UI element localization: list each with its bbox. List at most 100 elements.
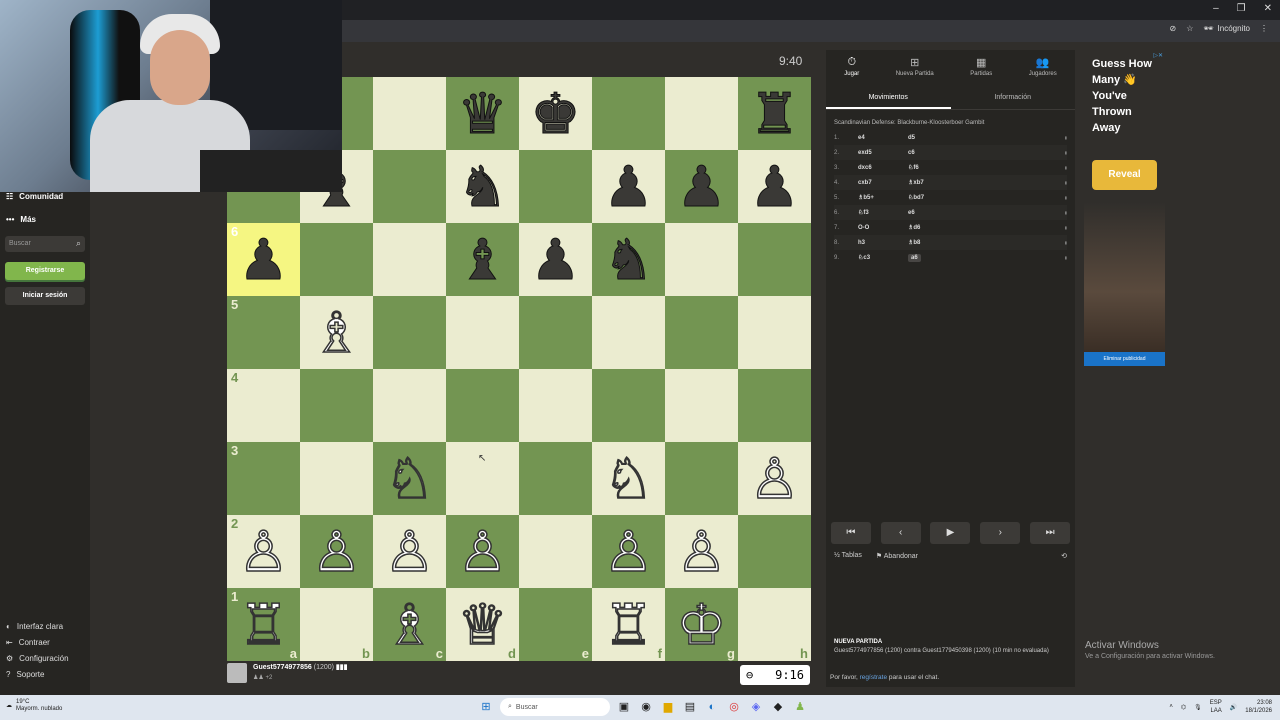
weather-widget[interactable]: ☁ 19°C Mayorm. nublado xyxy=(6,699,62,713)
black-piece[interactable]: ♟ xyxy=(530,231,581,288)
white-move[interactable]: h3 xyxy=(858,240,908,246)
square-g7[interactable]: ♟ xyxy=(665,150,738,223)
eye-off-icon[interactable]: ⊘ xyxy=(1170,24,1177,33)
square-d5[interactable] xyxy=(446,296,519,369)
square-h5[interactable] xyxy=(738,296,811,369)
square-a1[interactable]: 1 a ♖ xyxy=(227,588,300,661)
square-e1[interactable]: e xyxy=(519,588,592,661)
volume-icon[interactable]: 🔊 xyxy=(1230,704,1237,711)
black-piece[interactable]: ♜ xyxy=(749,85,800,142)
square-f7[interactable]: ♟ xyxy=(592,150,665,223)
white-move[interactable]: e4 xyxy=(858,135,908,141)
system-clock[interactable]: 23:08 18/1/2026 xyxy=(1245,699,1272,715)
avatar[interactable] xyxy=(227,663,247,683)
discord-icon[interactable]: ◈ xyxy=(748,699,764,715)
square-e5[interactable] xyxy=(519,296,592,369)
close-icon[interactable]: ✕ xyxy=(1264,3,1272,14)
square-c5[interactable] xyxy=(373,296,446,369)
square-c8[interactable] xyxy=(373,77,446,150)
square-a6[interactable]: 6 ♟ xyxy=(227,223,300,296)
white-move[interactable]: ♗b5+ xyxy=(858,194,908,201)
square-g2[interactable]: ♙ xyxy=(665,515,738,588)
square-h2[interactable] xyxy=(738,515,811,588)
black-piece[interactable]: ♞ xyxy=(603,231,654,288)
black-piece[interactable]: ♟ xyxy=(749,158,800,215)
next-move-button[interactable]: › xyxy=(980,522,1021,544)
black-move[interactable]: ♗b8 xyxy=(908,239,1008,246)
white-piece[interactable]: ♔ xyxy=(676,595,728,653)
square-e3[interactable] xyxy=(519,442,592,515)
sidebar-item-collapse[interactable]: ⇤ Contraer xyxy=(6,638,50,647)
black-move[interactable]: c6 xyxy=(908,150,1008,156)
tab-games[interactable]: ▦ Partidas xyxy=(970,56,992,80)
opening-name[interactable]: Scandinavian Defense: Blackburne-Klooste… xyxy=(826,110,1075,130)
square-g5[interactable] xyxy=(665,296,738,369)
sidebar-item-settings[interactable]: ⚙ Configuración xyxy=(6,654,69,663)
square-g1[interactable]: g ♔ xyxy=(665,588,738,661)
chevron-up-icon[interactable]: ˄ xyxy=(1169,704,1173,710)
black-piece[interactable]: ♛ xyxy=(457,85,508,142)
black-move[interactable]: ♗xb7 xyxy=(908,179,1008,186)
tab-moves[interactable]: Movimientos xyxy=(826,88,951,109)
white-move[interactable]: cxb7 xyxy=(858,180,908,186)
square-a3[interactable]: 3 xyxy=(227,442,300,515)
black-piece[interactable]: ♞ xyxy=(457,158,508,215)
ad-choices-icon[interactable]: ▷✕ xyxy=(1153,52,1163,59)
square-c4[interactable] xyxy=(373,369,446,442)
flip-board-icon[interactable]: ⟲ xyxy=(1061,552,1067,560)
square-b3[interactable] xyxy=(300,442,373,515)
square-a5[interactable]: 5 xyxy=(227,296,300,369)
square-c2[interactable]: ♙ xyxy=(373,515,446,588)
app-icon[interactable]: ◆ xyxy=(770,699,786,715)
square-h6[interactable] xyxy=(738,223,811,296)
square-f3[interactable]: ♘ xyxy=(592,442,665,515)
white-move[interactable]: O-O xyxy=(858,225,908,231)
square-g8[interactable] xyxy=(665,77,738,150)
square-f2[interactable]: ♙ xyxy=(592,515,665,588)
star-icon[interactable]: ☆ xyxy=(1186,24,1193,33)
white-piece[interactable]: ♙ xyxy=(676,522,728,580)
black-move[interactable]: a6 xyxy=(908,253,1008,262)
white-piece[interactable]: ♘ xyxy=(603,449,655,507)
tab-players[interactable]: 👥 Jugadores xyxy=(1029,56,1057,80)
black-piece[interactable]: ♝ xyxy=(457,231,508,288)
square-d4[interactable] xyxy=(446,369,519,442)
square-c3[interactable]: ♘ xyxy=(373,442,446,515)
square-d1[interactable]: d ♕ xyxy=(446,588,519,661)
white-piece[interactable]: ♗ xyxy=(311,303,363,361)
reveal-button[interactable]: Reveal xyxy=(1092,160,1157,190)
black-move[interactable]: e6 xyxy=(908,210,1008,216)
white-piece[interactable]: ♙ xyxy=(749,449,801,507)
square-e7[interactable] xyxy=(519,150,592,223)
resign-button[interactable]: ⚑ Abandonar xyxy=(876,552,918,560)
white-piece[interactable]: ♙ xyxy=(238,522,290,580)
taskbar-search[interactable]: ⌕ Buscar xyxy=(500,698,610,716)
square-e2[interactable] xyxy=(519,515,592,588)
square-h7[interactable]: ♟ xyxy=(738,150,811,223)
mic-icon[interactable]: 🎙 xyxy=(1194,704,1202,711)
white-piece[interactable]: ♖ xyxy=(238,595,290,653)
black-piece[interactable]: ♟ xyxy=(603,158,654,215)
maximize-icon[interactable]: ❐ xyxy=(1237,3,1246,14)
draw-button[interactable]: ½ Tablas xyxy=(834,552,862,560)
square-h3[interactable]: ♙ xyxy=(738,442,811,515)
square-d2[interactable]: ♙ xyxy=(446,515,519,588)
square-h4[interactable] xyxy=(738,369,811,442)
square-c6[interactable] xyxy=(373,223,446,296)
white-piece[interactable]: ♙ xyxy=(457,522,509,580)
white-move[interactable]: ♘c3 xyxy=(858,254,908,261)
square-a4[interactable]: 4 xyxy=(227,369,300,442)
tab-play[interactable]: ⏱ Jugar xyxy=(844,56,859,80)
square-d8[interactable]: ♛ xyxy=(446,77,519,150)
square-h8[interactable]: ♜ xyxy=(738,77,811,150)
folder-icon[interactable]: ▆ xyxy=(660,699,676,715)
minimize-icon[interactable]: – xyxy=(1213,3,1219,14)
chess-app-icon[interactable]: ♟ xyxy=(792,699,808,715)
square-d6[interactable]: ♝ xyxy=(446,223,519,296)
square-c1[interactable]: c ♗ xyxy=(373,588,446,661)
chrome-icon[interactable]: ◎ xyxy=(726,699,742,715)
login-button[interactable]: Iniciar sesión xyxy=(5,287,85,305)
white-piece[interactable]: ♕ xyxy=(457,595,509,653)
task-view-icon[interactable]: ▣ xyxy=(616,699,632,715)
black-move[interactable]: d5 xyxy=(908,135,1008,141)
